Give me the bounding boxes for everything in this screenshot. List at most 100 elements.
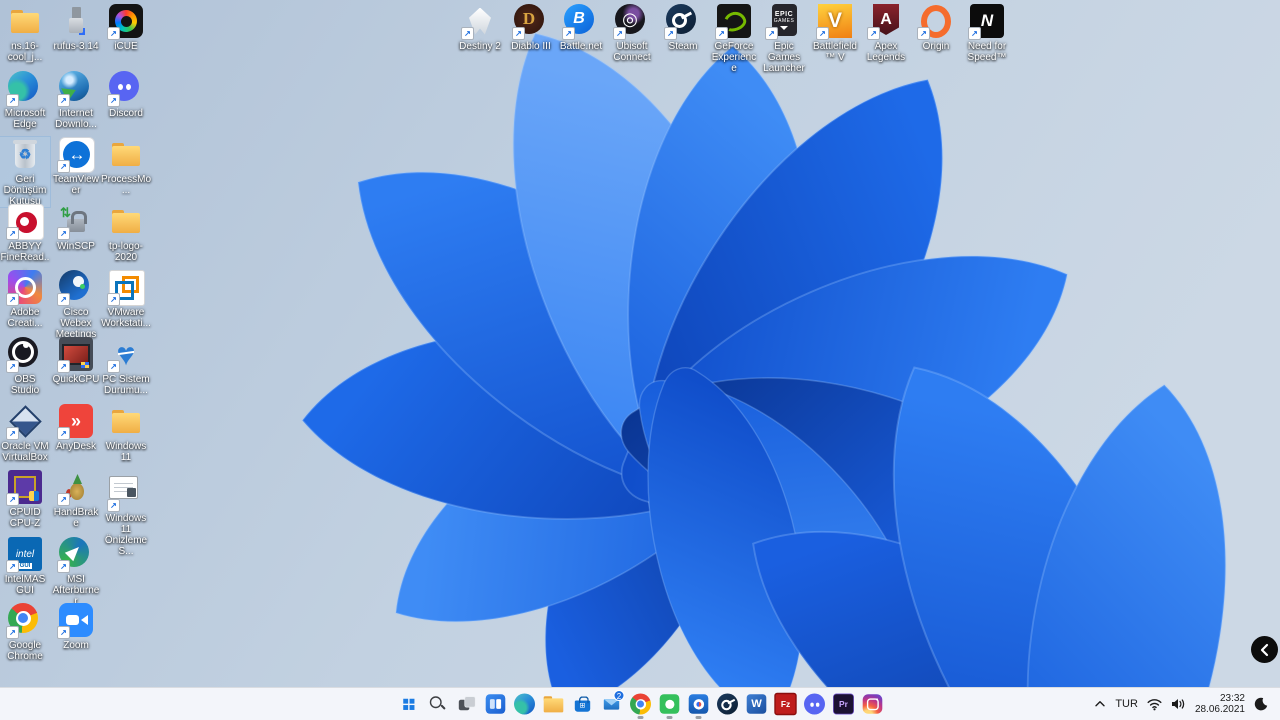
taskbar-mail-button[interactable]: 2 [597,688,626,720]
icon-label: AnyDesk [55,441,96,452]
icon-label: CPUID CPU-Z [9,507,41,529]
taskbar-chrome-button[interactable] [626,688,655,720]
desktop-icon-windows-11[interactable]: Windows 11 [101,404,151,463]
taskbar-premiere-pro-button[interactable]: Pr [829,688,858,720]
icon-art: ↗ [57,270,93,306]
desktop-icon-geri-d-n-m-kutusu[interactable]: ♻ Geri Dönüşüm Kutusu [0,136,51,208]
desktop-icon-cpuid-cpu-z[interactable]: ↗ CPUID CPU-Z [0,470,50,529]
icon-art: ↗ [107,4,143,40]
desktop-icon-ubisoft-connect[interactable]: ◎ ↗ Ubisoft Connect [607,4,657,63]
desktop-icon-vmware-workstati[interactable]: ↗ VMware Workstati... [101,270,151,329]
volume-icon[interactable] [1171,698,1186,710]
chevron-up-icon [1095,701,1106,707]
desktop-icon-need-for-speed[interactable]: N ↗ Need for Speed™ [962,4,1012,63]
icon-art: ⇅ ↗ [57,204,93,240]
desktop-icon-intelmas-gui[interactable]: intel GUI ↗ IntelMAS GUI [0,537,50,596]
taskbar-file-explorer-button[interactable] [539,688,568,720]
shortcut-arrow-icon: ↗ [6,293,19,306]
desktop-icon-ns-16-cool-j[interactable]: ns.16-cool_j... [0,4,50,63]
desktop-icon-windows-11-nizleme-s[interactable]: ↗ Windows 11 Önizleme S... [101,470,151,557]
shortcut-arrow-icon: ↗ [6,626,19,639]
intelmas-glyph: intel [15,548,35,560]
desktop-icon-winscp[interactable]: ⇅ ↗ WinSCP [51,204,101,252]
filezilla-icon: Fz [773,692,797,716]
desktop-icon-cisco-webex-meetings[interactable]: ↗ Cisco Webex Meetings [51,270,101,340]
shortcut-arrow-icon: ↗ [107,293,120,306]
taskbar-edge-button[interactable] [510,688,539,720]
desktop-icon-discord[interactable]: ↗ Discord [101,71,151,119]
winscp-glyph: ⇅ [60,205,71,220]
desktop-icon-oracle-vm-virtualbox[interactable]: ↗ Oracle VM VirtualBox [0,404,50,463]
diablo3-glyph: D [522,9,536,28]
taskbar-discord-button[interactable] [800,688,829,720]
taskbar-start-button[interactable] [394,688,423,720]
hidden-icons-chevron[interactable] [1094,700,1106,708]
icon-art: ♻ [8,137,42,171]
desktop-icon-adobe-creati[interactable]: ↗ Adobe Creati... [0,270,50,329]
premiere-pro-icon: Pr [832,693,854,715]
taskbar-camera-app-button[interactable] [858,688,887,720]
desktop-icon-diablo-iii[interactable]: D ↗ Diablo III [506,4,556,52]
desktop-icon-epic-games-launcher[interactable]: EPIC GAMES ↗ Epic Games Launcher [759,4,809,74]
desktop-icon-apex-legends[interactable]: A ↗ Apex Legends [861,4,911,63]
taskbar-steam-button[interactable] [713,688,742,720]
desktop-icon-internet-downlo[interactable]: ↗ Internet Downlo... [51,71,101,130]
desktop-icon-steam[interactable]: ↗ Steam [658,4,708,52]
desktop-icon-obs-studio[interactable]: ↗ OBS Studio [0,337,50,396]
desktop-icon-geforce-experience[interactable]: ↗ GeForce Experience [709,4,759,74]
desktop-icon-pc-sistem-durumu[interactable]: ♥ ↗ PC Sistem Durumu... [101,337,151,396]
desktop-icon-origin[interactable]: ↗ Origin [911,4,961,52]
taskbar-filezilla-button[interactable]: Fz [771,688,800,720]
search-icon [425,692,449,716]
desktop-icon-destiny-2[interactable]: ↗ Destiny 2 [455,4,505,52]
word-glyph: W [750,697,762,710]
desktop-icon-rufus-3-14[interactable]: rufus-3.14 [51,4,101,52]
taskbar-green-app-button[interactable] [655,688,684,720]
desktop-icon-handbrake[interactable]: ↗ HandBrake [51,470,101,529]
icon-label: Diablo III [511,41,551,52]
folder-icon [109,204,143,238]
desktop-icon-icue[interactable]: ↗ iCUE [101,4,151,52]
icon-art: ↗ [6,603,42,639]
taskbar-microsoft-store-button[interactable]: ⊞ [568,688,597,720]
icon-art [59,4,93,38]
desktop[interactable]: ns.16-cool_j... rufus-3.14 ↗ iCUE ↗ Microsoft… [0,0,1280,688]
icon-label: WinSCP [57,241,95,252]
taskbar[interactable]: ⊞ 2 W Fz Pr TUR 23:32 28.06.2021 [0,687,1280,720]
taskbar-word-button[interactable]: W [742,688,771,720]
desktop-icon-abbyy-fineread[interactable]: ↗ ABBYY FineRead... [0,204,50,274]
taskbar-blue-app-button[interactable] [684,688,713,720]
desktop-icon-google-chrome[interactable]: ↗ Google Chrome [0,603,50,662]
icon-art: ↗ [107,71,143,107]
wifi-icon[interactable] [1147,698,1162,711]
taskbar-search-button[interactable] [423,688,452,720]
icon-label: Internet Downlo... [55,108,97,130]
desktop-icon-battlefield-v[interactable]: V ↗ Battlefield™ V [810,4,860,63]
icon-art: D ↗ [512,4,548,40]
shortcut-arrow-icon: ↗ [461,27,474,40]
video-overlay-back-arrow[interactable] [1251,636,1278,663]
steam-icon [716,693,738,715]
focus-assist-moon-icon[interactable] [1254,697,1268,711]
taskbar-widgets-button[interactable] [481,688,510,720]
taskbar-task-view-button[interactable] [452,688,481,720]
desktop-icon-quickcpu[interactable]: ↗ QuickCPU [51,337,101,385]
desktop-icon-anydesk[interactable]: » ↗ AnyDesk [51,404,101,452]
language-indicator[interactable]: TUR [1115,698,1138,710]
icon-label: Zoom [63,640,89,651]
green-app-icon [659,694,679,714]
icon-label: Apex Legends [866,41,906,63]
desktop-icon-processmo[interactable]: ProcessMo... [101,137,151,196]
recycle-icon: ♻ [8,137,42,171]
icon-label: Need for Speed™ [967,41,1007,63]
desktop-icon-battle-net[interactable]: B ↗ Battle.net [556,4,606,52]
icon-label: VMware Workstati... [101,307,151,329]
desktop-icon-tp-logo-2020[interactable]: tp-logo-2020 [101,204,151,263]
icon-label: PC Sistem Durumu... [102,374,150,396]
desktop-icon-zoom[interactable]: ↗ Zoom [51,603,101,651]
desktop-icon-microsoft-edge[interactable]: ↗ Microsoft Edge [0,71,50,130]
icon-label: Windows 11 Önizleme S... [104,513,148,557]
desktop-icon-msi-afterburner[interactable]: ↗ MSI Afterburner [51,537,101,607]
desktop-icon-teamviewer[interactable]: ↔ ↗ TeamViewer [51,137,101,196]
clock[interactable]: 23:32 28.06.2021 [1195,693,1245,715]
